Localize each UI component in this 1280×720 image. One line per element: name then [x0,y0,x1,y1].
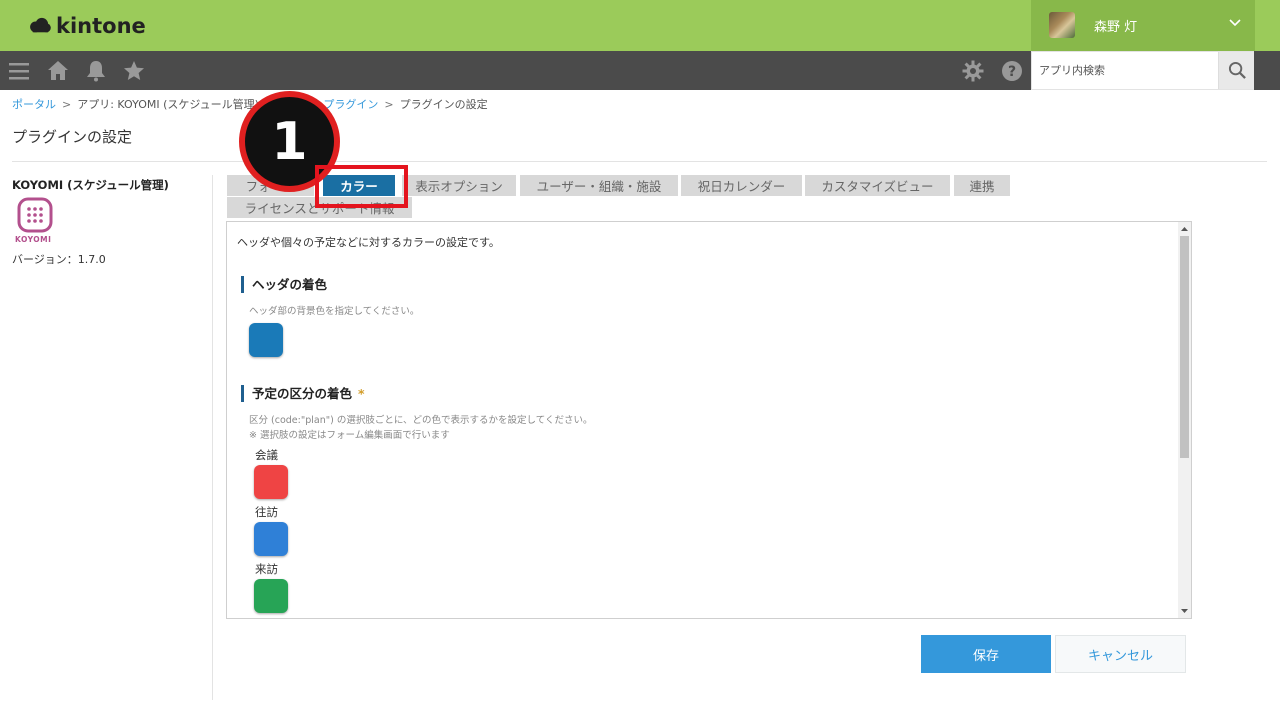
plugin-name: KOYOMI (スケジュール管理) [12,178,169,192]
scroll-down-arrow-icon[interactable] [1180,606,1189,616]
plugin-version: バージョン：1.7.0 [12,253,106,266]
user-name: 森野 灯 [1094,20,1138,35]
plan-option-label: 往訪 [255,505,278,519]
tab-display-options[interactable]: 表示オプション [402,175,516,196]
search-input[interactable] [1032,52,1218,89]
section-plan-color: 予定の区分の着色 * [241,385,365,402]
plan-option-label: 会議 [255,448,278,462]
save-button[interactable]: 保存 [921,635,1051,673]
user-menu[interactable]: 森野 灯 [1031,0,1255,51]
section-description: 区分 (code:"plan") の選択肢ごとに、どの色で表示するかを設定してく… [249,415,593,426]
gear-icon[interactable] [961,59,985,83]
color-settings-panel: ヘッダや個々の予定などに対するカラーの設定です。 ヘッダの着色 ヘッダ部の背景色… [226,221,1192,619]
notification-bell-icon[interactable] [84,59,108,83]
search-icon [1228,61,1246,79]
koyomi-app-icon [17,197,53,233]
breadcrumb-separator: > [62,98,72,111]
tab-customize-view[interactable]: カスタマイズビュー [805,175,950,196]
header-color-swatch[interactable] [249,323,283,357]
divider [12,161,1267,162]
required-mark: * [358,386,365,401]
breadcrumb-plugin[interactable]: プラグイン [323,98,378,111]
tab-holiday-calendar[interactable]: 祝日カレンダー [681,175,802,196]
tab-integration[interactable]: 連携 [954,175,1010,196]
tab-user-org-facility[interactable]: ユーザー・組織・施設 [520,175,678,196]
avatar [1049,12,1075,38]
kintone-logo[interactable]: kintone [28,12,146,40]
cancel-button[interactable]: キャンセル [1055,635,1186,673]
help-icon[interactable]: ? [1000,59,1024,83]
search-button[interactable] [1218,52,1254,89]
section-header-color: ヘッダの着色 [241,276,327,293]
plan-color-swatch-visit-in[interactable] [254,579,288,613]
app-icon-label: KOYOMI [15,235,52,244]
plan-color-swatch-visit-out[interactable] [254,522,288,556]
section-description: ヘッダ部の背景色を指定してください。 [249,306,420,317]
panel-description: ヘッダや個々の予定などに対するカラーの設定です。 [237,236,500,249]
page-title: プラグインの設定 [12,128,133,146]
section-note: ※ 選択肢の設定はフォーム編集画面で行います [249,430,450,441]
svg-text:?: ? [1008,64,1016,80]
section-heading: ヘッダの着色 [252,277,328,292]
star-icon[interactable] [122,59,146,83]
scroll-up-arrow-icon[interactable] [1180,224,1189,234]
kintone-cloud-icon [30,17,51,33]
breadcrumb-separator: > [384,98,394,111]
chevron-down-icon [1229,19,1241,27]
scrollbar-thumb[interactable] [1180,236,1189,458]
breadcrumb-current: プラグインの設定 [399,98,488,111]
section-heading: 予定の区分の着色 [252,386,353,401]
scrollbar[interactable] [1178,222,1191,618]
logo-text: kintone [56,14,146,38]
divider [212,175,213,700]
app-search [1031,51,1254,90]
plan-color-swatch-meeting[interactable] [254,465,288,499]
menu-icon[interactable] [8,59,32,83]
home-icon[interactable] [46,59,70,83]
step-number: 1 [271,111,308,172]
top-header: kintone 森野 灯 [0,0,1280,51]
highlight-box [315,165,408,208]
breadcrumb-portal[interactable]: ポータル [12,98,56,111]
plan-option-label: 来訪 [255,562,278,576]
breadcrumb-app[interactable]: アプリ: KOYOMI (スケジュール管理) [77,98,259,111]
